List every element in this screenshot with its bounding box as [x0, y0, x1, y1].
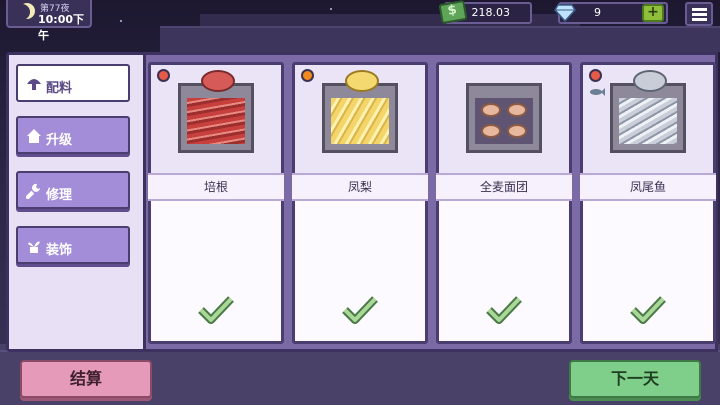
check-icon — [486, 296, 522, 324]
ingredient-name: 凤尾鱼 — [580, 173, 716, 201]
money-value: 218.03 — [471, 6, 511, 19]
settle-button[interactable]: 结算 — [20, 360, 152, 398]
cash-icon — [438, 0, 468, 25]
check-icon — [198, 296, 234, 324]
anchovy-pile — [633, 70, 667, 92]
tab-decor-label: 装饰 — [46, 243, 73, 258]
hamburger-icon — [692, 8, 707, 11]
add-gems-button[interactable]: + — [642, 4, 664, 22]
bin — [322, 70, 398, 153]
dough-ball — [507, 103, 527, 117]
fruit-icon — [301, 69, 314, 82]
bacon-fill — [187, 98, 245, 144]
next-day-button[interactable]: 下一天 — [569, 360, 701, 398]
anchovy-fill — [619, 98, 677, 144]
moon-icon — [14, 4, 30, 20]
bin-inside — [475, 98, 533, 144]
tab-repair[interactable]: 修理 — [16, 171, 130, 209]
star — [120, 20, 122, 22]
dough-ball — [507, 124, 527, 138]
ingredient-name: 培根 — [148, 173, 284, 201]
gem-counter: 9 + — [554, 2, 668, 24]
time-label: 10:00下午 — [38, 13, 85, 42]
hamburger-icon — [692, 13, 707, 16]
check-icon — [630, 296, 666, 324]
menu-button[interactable] — [685, 2, 713, 26]
pineapple-pile — [345, 70, 379, 92]
hamburger-icon — [692, 18, 707, 21]
house-icon — [27, 129, 41, 143]
ingredient-card-pineapple[interactable]: 凤梨 — [292, 62, 428, 344]
ingredient-card-dough[interactable]: 全麦面团 — [436, 62, 572, 344]
dough-ball — [481, 103, 501, 117]
wrench-icon — [26, 183, 40, 199]
fish-icon — [590, 88, 605, 96]
roof — [160, 26, 720, 52]
money-counter: 218.03 — [438, 0, 532, 25]
meat-icon — [157, 69, 170, 82]
meat-icon — [589, 69, 602, 82]
plant-icon — [28, 241, 40, 253]
bacon-pile — [201, 70, 235, 92]
tab-upgrade[interactable]: 升级 — [16, 116, 130, 154]
ingredient-name: 凤梨 — [292, 173, 428, 201]
mushroom-icon — [27, 79, 41, 90]
diamond-icon — [554, 4, 576, 22]
tab-ingredients[interactable]: 配料 — [16, 64, 130, 102]
tab-repair-label: 修理 — [46, 188, 73, 203]
gem-value: 9 — [594, 6, 601, 19]
check-icon — [342, 296, 378, 324]
tab-decor[interactable]: 装饰 — [16, 226, 130, 264]
ingredient-card-bacon[interactable]: 培根 — [148, 62, 284, 344]
star — [330, 8, 332, 10]
night-clock: 第77夜 10:00下午 — [6, 0, 92, 42]
bin — [178, 70, 254, 153]
ingredient-card-anchovy[interactable]: 凤尾鱼 — [580, 62, 716, 344]
tab-upgrade-label: 升级 — [46, 133, 73, 148]
tab-ingredients-label: 配料 — [46, 81, 73, 96]
bin — [610, 70, 686, 153]
pineapple-fill — [331, 98, 389, 144]
ingredient-name: 全麦面团 — [436, 173, 572, 201]
bin — [466, 83, 542, 153]
dough-ball — [481, 124, 501, 138]
